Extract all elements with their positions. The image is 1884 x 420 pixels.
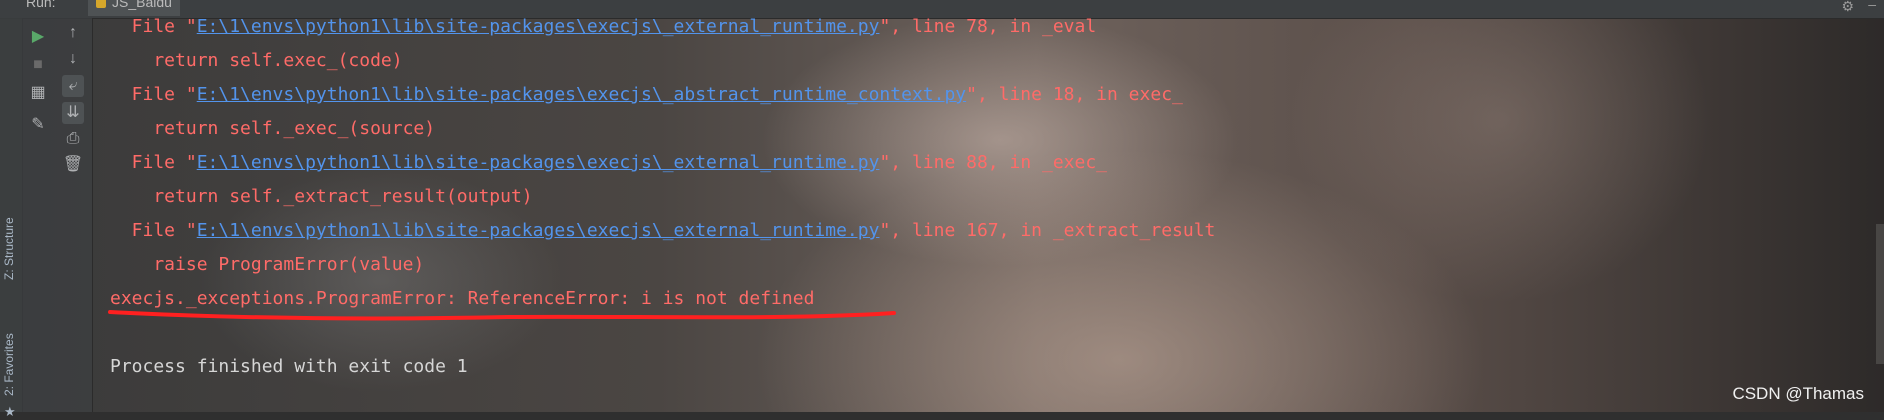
file-path-link[interactable]: E:\1\envs\python1\lib\site-packages\exec… — [197, 84, 966, 105]
file-suffix: ", line 18, in exec_ — [966, 84, 1183, 105]
console-line-file: File "E:\1\envs\python1\lib\site-package… — [110, 78, 1844, 112]
file-prefix: File " — [110, 152, 197, 173]
up-stack-frame-icon[interactable]: ↑ — [62, 22, 84, 44]
run-config-tab-label: JS_Baidu — [112, 0, 172, 10]
watermark: CSDN @Thamas — [1732, 384, 1864, 403]
console-line-file: File "E:\1\envs\python1\lib\site-package… — [110, 146, 1844, 180]
console-line-file: File "E:\1\envs\python1\lib\site-package… — [110, 10, 1844, 44]
pin-tab-icon[interactable]: ✎ — [27, 114, 49, 136]
red-underline-annotation — [108, 310, 896, 321]
file-suffix: ", line 88, in _exec_ — [879, 152, 1108, 173]
file-path-link[interactable]: E:\1\envs\python1\lib\site-packages\exec… — [197, 220, 880, 241]
favorites-side-tab[interactable]: 2: Favorites — [2, 333, 16, 396]
down-stack-frame-icon[interactable]: ↓ — [62, 48, 84, 70]
python-file-icon — [96, 0, 106, 9]
console-line-file: File "E:\1\envs\python1\lib\site-package… — [110, 214, 1844, 248]
structure-side-tab[interactable]: Z: Structure — [2, 217, 16, 280]
left-side-tab-strip: Z: Structure 2: Favorites ★ — [0, 18, 23, 419]
process-exit-message: Process finished with exit code 1 — [110, 356, 468, 377]
restore-layout-icon[interactable]: ▦ — [27, 82, 49, 104]
file-suffix: ", line 167, in _extract_result — [879, 220, 1216, 241]
vertical-scrollbar[interactable] — [1876, 224, 1884, 364]
file-suffix: ", line 78, in _eval — [879, 16, 1097, 37]
run-toolbar-right: ↑ ↓ ⤶ ⇊ ⎙ 🗑 — [54, 18, 93, 412]
print-icon[interactable]: ⎙ — [62, 128, 84, 150]
star-icon: ★ — [4, 404, 16, 419]
console-line-code: return self._exec_(source) — [110, 118, 436, 139]
file-prefix: File " — [110, 84, 197, 105]
rerun-icon[interactable]: ▶ — [27, 26, 49, 48]
run-toolbar-left: ▶ ■ ▦ ✎ — [22, 18, 54, 412]
file-prefix: File " — [110, 220, 197, 241]
scroll-to-end-icon[interactable]: ⇊ — [62, 102, 84, 124]
trash-icon[interactable]: 🗑 — [62, 154, 84, 176]
console-line-code: return self.exec_(code) — [110, 50, 403, 71]
file-path-link[interactable]: E:\1\envs\python1\lib\site-packages\exec… — [197, 16, 880, 37]
soft-wrap-icon[interactable]: ⤶ — [62, 75, 84, 97]
run-label: Run: — [26, 0, 56, 10]
console-line-code: return self._extract_result(output) — [110, 186, 533, 207]
minimize-icon[interactable]: – — [1868, 0, 1876, 12]
console-line-code: raise ProgramError(value) — [110, 254, 425, 275]
file-prefix: File " — [110, 16, 197, 37]
console-output[interactable]: File "E:\1\envs\python1\lib\site-package… — [110, 10, 1844, 384]
stop-icon[interactable]: ■ — [27, 54, 49, 76]
file-path-link[interactable]: E:\1\envs\python1\lib\site-packages\exec… — [197, 152, 880, 173]
